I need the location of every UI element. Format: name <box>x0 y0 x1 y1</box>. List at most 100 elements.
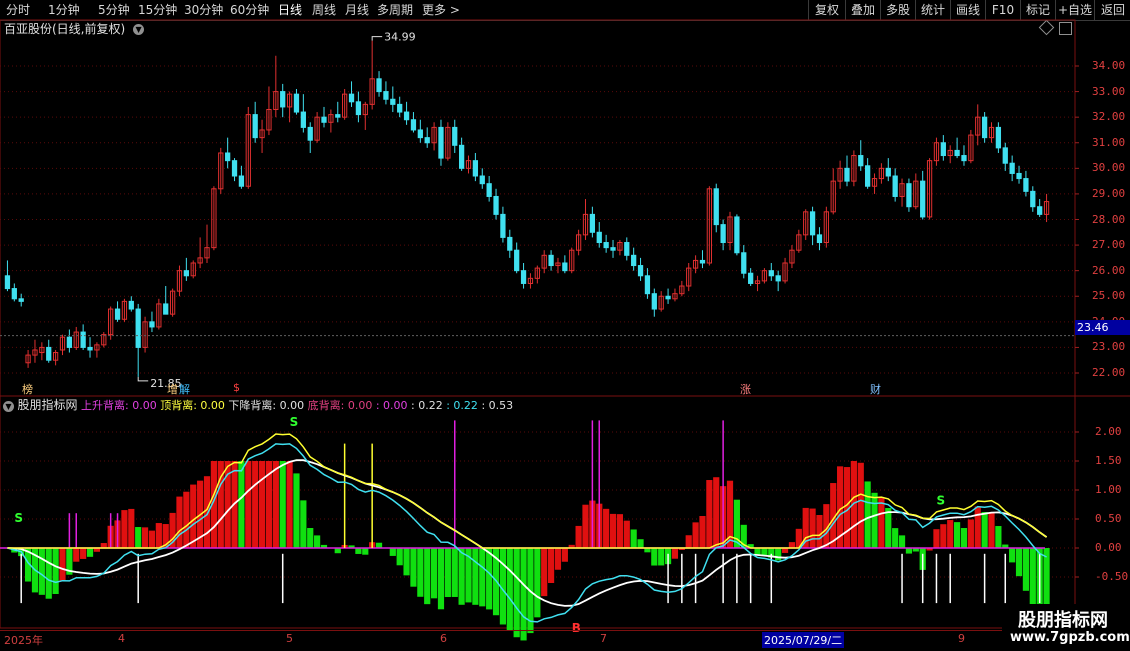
event-tag-bang[interactable]: 榜 <box>22 381 33 397</box>
candle <box>603 234 609 253</box>
histogram-bar <box>334 548 341 554</box>
indicator-value-rise-divergence: 上升背离: 0.00 <box>81 399 157 412</box>
histogram-bar <box>362 548 369 555</box>
candle <box>926 158 933 220</box>
candle <box>403 101 410 125</box>
candle <box>995 122 1002 153</box>
histogram-bar <box>699 516 706 548</box>
histogram-bar <box>389 548 396 556</box>
candle <box>754 275 761 292</box>
histogram-bar <box>506 548 513 631</box>
histogram-bar <box>892 528 899 548</box>
histogram-bar <box>1009 548 1016 563</box>
candle <box>66 329 73 353</box>
candle <box>73 326 79 350</box>
indicator-tick-label: 0.50 <box>1095 512 1122 525</box>
candle <box>596 222 602 248</box>
histogram-bar <box>148 530 156 548</box>
event-tag-zhang[interactable]: 涨 <box>740 381 751 397</box>
candle <box>823 206 829 248</box>
candle <box>706 186 712 266</box>
candle <box>479 168 485 189</box>
histogram-bar <box>960 528 968 548</box>
candle <box>142 316 148 353</box>
candle <box>988 122 995 143</box>
indicator-value-top-divergence: 顶背离: 0.00 <box>160 399 225 412</box>
candle-body <box>920 180 926 218</box>
histogram-bar <box>286 461 293 548</box>
candle-body <box>1009 162 1015 174</box>
candle <box>610 239 616 258</box>
candle <box>624 237 630 261</box>
candle-body <box>46 346 52 361</box>
histogram-bar <box>444 548 451 598</box>
low-marker <box>137 376 149 382</box>
candle <box>163 286 169 315</box>
watermark-url: www.7gpzb.com <box>1010 630 1130 645</box>
histogram-bar <box>307 528 314 548</box>
candle-body <box>631 254 637 267</box>
candle <box>204 224 210 263</box>
event-tag-dollar[interactable]: $ <box>233 381 240 394</box>
candle <box>472 152 479 182</box>
histogram-bar <box>878 497 885 548</box>
chevron-down-icon[interactable]: ▼ <box>3 400 14 412</box>
candle <box>803 209 809 240</box>
indicator-name[interactable]: 股朋指标网 <box>18 398 78 412</box>
candle <box>899 178 905 207</box>
histogram-bar <box>947 520 954 548</box>
candle <box>218 147 224 194</box>
candle-body <box>183 270 189 277</box>
date-label-sep: 9 <box>958 632 965 645</box>
candle-body <box>713 188 719 226</box>
candle-body <box>507 236 513 251</box>
candle <box>80 324 86 350</box>
candle <box>507 229 513 258</box>
event-tag-cai[interactable]: 财 <box>870 381 881 397</box>
candle <box>1009 155 1015 182</box>
candle <box>94 342 100 358</box>
chart-canvas[interactable]: 34.9921.85 SSSB <box>0 0 1130 650</box>
candle-body <box>335 114 341 118</box>
candle-body <box>961 155 967 162</box>
histogram-bar <box>417 548 424 597</box>
candle-body <box>603 242 609 249</box>
event-tag-zeng[interactable]: 增 <box>167 381 178 397</box>
event-tag-jie[interactable]: 解 <box>179 381 190 397</box>
candle <box>920 170 926 220</box>
candle <box>637 257 644 281</box>
candle <box>286 91 293 123</box>
histogram-bar <box>561 548 568 562</box>
date-cursor-label: 2025/07/29/二 <box>762 632 845 648</box>
candle <box>500 206 506 243</box>
candle-body <box>651 293 657 310</box>
candle <box>699 250 706 269</box>
candle <box>362 101 368 130</box>
sell-signal: S <box>14 511 23 525</box>
candle <box>438 119 444 166</box>
candle <box>493 188 499 220</box>
candle-body <box>280 91 286 108</box>
candle-body <box>906 183 912 208</box>
candle <box>149 311 155 333</box>
candle <box>651 288 657 317</box>
candle <box>514 242 520 274</box>
candle-body <box>596 231 602 244</box>
candle-body <box>135 308 141 348</box>
candle <box>328 109 334 133</box>
candle <box>390 86 396 113</box>
candle <box>321 106 327 128</box>
candle <box>617 239 623 256</box>
histogram-bar <box>437 548 445 610</box>
candle-body <box>520 270 527 284</box>
candle-body <box>18 298 24 302</box>
candle <box>679 280 685 297</box>
candle-body <box>637 265 644 277</box>
indicator-tick-label: 1.00 <box>1095 483 1122 496</box>
candle <box>741 245 747 279</box>
candle <box>211 186 217 251</box>
candle-body <box>775 275 781 282</box>
candle <box>548 250 554 271</box>
candle-body <box>479 175 485 185</box>
histogram-bar <box>809 508 816 548</box>
